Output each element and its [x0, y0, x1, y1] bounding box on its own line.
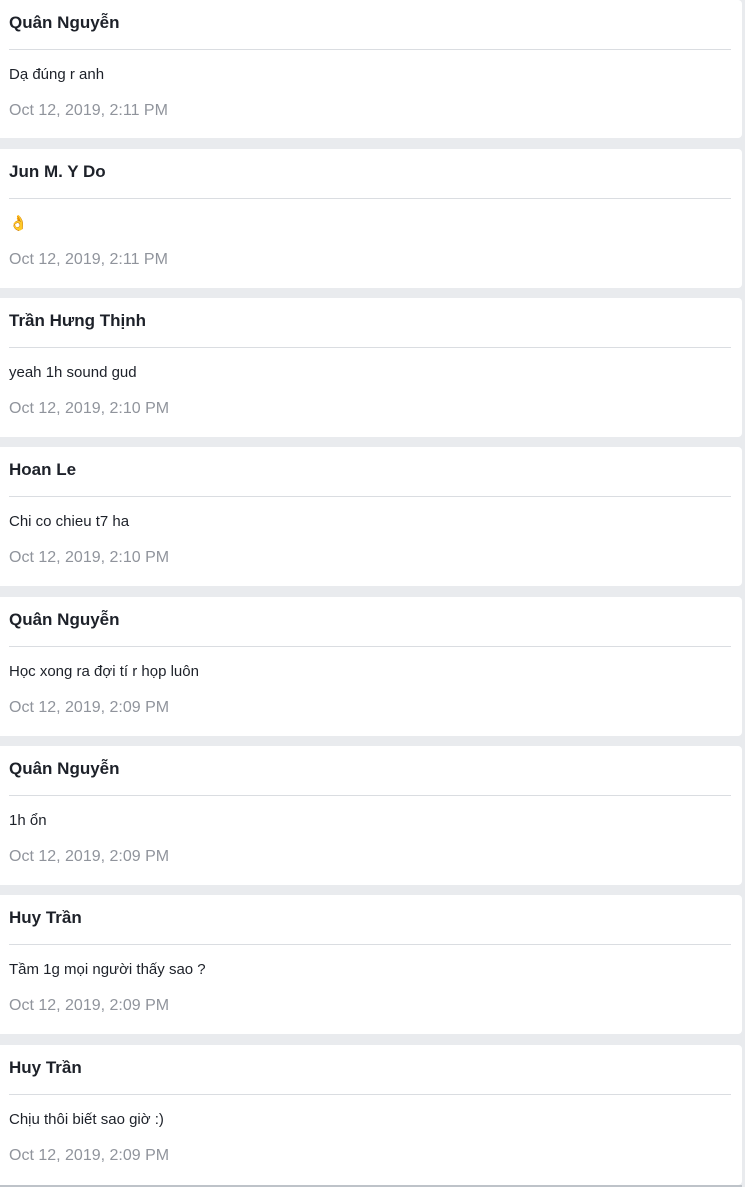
- message-text: Chi co chieu t7 ha: [9, 513, 130, 530]
- message-card: Trần Hưng Thịnh yeah 1h sound gud Oct 12…: [0, 298, 742, 437]
- message-text: yeah 1h sound gud: [9, 364, 137, 381]
- message-text: Tầm 1g mọi người thấy sao ?: [9, 961, 206, 978]
- divider: [9, 347, 731, 348]
- message-author[interactable]: Quân Nguyễn: [9, 13, 120, 33]
- divider: [9, 49, 731, 50]
- message-timestamp: Oct 12, 2019, 2:11 PM: [9, 102, 168, 119]
- message-timestamp: Oct 12, 2019, 2:10 PM: [9, 400, 170, 417]
- message-card: Hoan Le Chi co chieu t7 ha Oct 12, 2019,…: [0, 447, 742, 586]
- message-card: Quân Nguyễn Học xong ra đợi tí r họp luô…: [0, 597, 742, 736]
- message-timestamp: Oct 12, 2019, 2:09 PM: [9, 1147, 170, 1164]
- message-card: Huy Trần Tầm 1g mọi người thấy sao ? Oct…: [0, 895, 742, 1034]
- message-text: Dạ đúng r anh: [9, 66, 105, 83]
- message-timestamp: Oct 12, 2019, 2:09 PM: [9, 848, 170, 865]
- divider: [9, 646, 731, 647]
- message-author[interactable]: Huy Trần: [9, 1058, 82, 1078]
- divider: [9, 1094, 731, 1095]
- message-text: Chịu thôi biết sao giờ :): [9, 1111, 164, 1128]
- message-timestamp: Oct 12, 2019, 2:10 PM: [9, 549, 170, 566]
- message-card: Quân Nguyễn 1h ổn Oct 12, 2019, 2:09 PM: [0, 746, 742, 885]
- message-card: Quân Nguyễn Dạ đúng r anh Oct 12, 2019, …: [0, 0, 742, 138]
- divider: [9, 944, 731, 945]
- message-author[interactable]: Huy Trần: [9, 908, 82, 928]
- message-text: 1h ổn: [9, 812, 47, 829]
- divider: [9, 795, 731, 796]
- divider: [9, 496, 731, 497]
- message-text: Học xong ra đợi tí r họp luôn: [9, 663, 199, 680]
- message-text: 👌: [9, 215, 28, 232]
- message-timestamp: Oct 12, 2019, 2:09 PM: [9, 699, 170, 716]
- message-author[interactable]: Hoan Le: [9, 460, 76, 480]
- message-timestamp: Oct 12, 2019, 2:11 PM: [9, 251, 168, 268]
- message-card: Jun M. Y Do 👌 Oct 12, 2019, 2:11 PM: [0, 149, 742, 288]
- message-author[interactable]: Jun M. Y Do: [9, 162, 106, 182]
- message-author[interactable]: Trần Hưng Thịnh: [9, 311, 146, 331]
- message-author[interactable]: Quân Nguyễn: [9, 759, 120, 779]
- message-timestamp: Oct 12, 2019, 2:09 PM: [9, 997, 170, 1014]
- message-feed: Quân Nguyễn Dạ đúng r anh Oct 12, 2019, …: [0, 0, 745, 1187]
- message-card: Huy Trần Chịu thôi biết sao giờ :) Oct 1…: [0, 1045, 742, 1185]
- message-author[interactable]: Quân Nguyễn: [9, 610, 120, 630]
- divider: [9, 198, 731, 199]
